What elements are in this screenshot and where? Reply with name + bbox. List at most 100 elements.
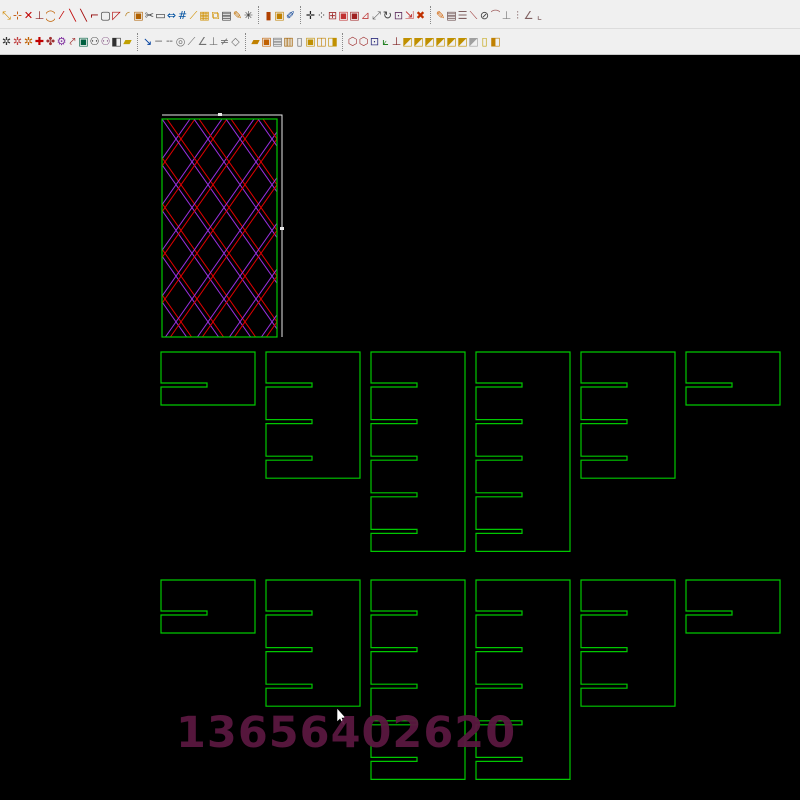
- dimension-icon[interactable]: ⇔: [167, 8, 176, 23]
- rectangle-icon[interactable]: ▢: [101, 8, 110, 23]
- block-icon[interactable]: ◧: [112, 34, 121, 49]
- arc-icon[interactable]: ⌒: [491, 8, 500, 23]
- spline-icon[interactable]: ⤤: [68, 34, 77, 49]
- box-2-icon[interactable]: ◩: [414, 34, 423, 49]
- symbol-icon[interactable]: ⚇: [90, 34, 99, 49]
- cursor-icon[interactable]: ↘: [143, 34, 152, 49]
- trim-icon[interactable]: ✂: [145, 8, 154, 23]
- numbering-icon[interactable]: #: [178, 8, 187, 23]
- snap-nearest-icon[interactable]: ⁄: [57, 8, 66, 23]
- polyline-icon[interactable]: ⌐: [90, 8, 99, 23]
- diagonal-icon[interactable]: ⟍: [469, 8, 478, 23]
- node-delete-icon[interactable]: ✲: [24, 34, 33, 49]
- chart-tool-icon[interactable]: ⫶: [513, 8, 522, 23]
- lattice-line: [225, 119, 277, 193]
- ruler-icon[interactable]: ▤: [447, 8, 456, 23]
- grade-icon[interactable]: ⚇: [101, 34, 110, 49]
- node-move-icon[interactable]: ✚: [35, 34, 44, 49]
- refresh-icon[interactable]: ↻: [383, 8, 392, 23]
- box-6-icon[interactable]: ◩: [458, 34, 467, 49]
- view-top-icon[interactable]: ⬡: [359, 34, 368, 49]
- box-9-icon[interactable]: ◧: [491, 34, 500, 49]
- perp-line-icon[interactable]: ⊥: [209, 34, 218, 49]
- snap-intersection-icon[interactable]: ✕: [24, 8, 33, 23]
- box-8-icon[interactable]: ▯: [480, 34, 489, 49]
- explode-icon[interactable]: ✳: [244, 8, 253, 23]
- template-icon[interactable]: ▣: [262, 34, 271, 49]
- view-3d-icon[interactable]: ⬡: [348, 34, 357, 49]
- notes-icon[interactable]: ▥: [284, 34, 293, 49]
- view-front-icon[interactable]: ⊡: [370, 34, 379, 49]
- text-icon[interactable]: ▭: [156, 8, 165, 23]
- send-icon[interactable]: ⇲: [405, 8, 414, 23]
- hatch-icon[interactable]: ✎: [233, 8, 242, 23]
- box-7-icon[interactable]: ◩: [469, 34, 478, 49]
- snap-midpoint-icon[interactable]: ⊹: [13, 8, 22, 23]
- open-file-icon[interactable]: ▮: [264, 8, 273, 23]
- copy-icon[interactable]: ⧉: [211, 8, 220, 23]
- box-4-icon[interactable]: ◩: [436, 34, 445, 49]
- stretch-icon[interactable]: ⤢: [372, 8, 381, 23]
- box-3-icon[interactable]: ◩: [425, 34, 434, 49]
- lattice-line: [0, 119, 30, 337]
- pattern-icon[interactable]: ▦: [200, 8, 209, 23]
- dash-icon[interactable]: ╌: [165, 34, 174, 49]
- layers-icon[interactable]: ◫: [317, 34, 326, 49]
- node-edit-icon[interactable]: ✲: [2, 34, 11, 49]
- grid-icon[interactable]: ⁘: [317, 8, 326, 23]
- cross-line-icon[interactable]: ⟋: [187, 34, 196, 49]
- move-icon[interactable]: ✛: [306, 8, 315, 23]
- layer-icon[interactable]: ⊞: [328, 8, 337, 23]
- fill-icon[interactable]: ▰: [123, 34, 132, 49]
- line-style-icon[interactable]: ─: [154, 34, 163, 49]
- edit-icon[interactable]: ✐: [286, 8, 295, 23]
- line-icon[interactable]: ╲: [68, 8, 77, 23]
- snap-tangent-icon[interactable]: ◯: [46, 8, 55, 23]
- comb-part: [265, 351, 361, 479]
- chamfer-icon[interactable]: ◸: [112, 8, 121, 23]
- scale-icon[interactable]: ⊿: [361, 8, 370, 23]
- snap-perpendicular-icon[interactable]: ⊥: [35, 8, 44, 23]
- rotate-icon[interactable]: ▣: [339, 8, 348, 23]
- drawing-canvas[interactable]: [0, 55, 800, 800]
- baseline-icon[interactable]: ⊥: [502, 8, 511, 23]
- measure-icon[interactable]: ⟋: [189, 8, 198, 23]
- center-icon[interactable]: ◎: [176, 34, 185, 49]
- offset-icon[interactable]: ▣: [134, 8, 143, 23]
- lattice-line: [290, 119, 443, 337]
- clipboard-icon[interactable]: ▯: [295, 34, 304, 49]
- list-icon[interactable]: ☰: [458, 8, 467, 23]
- image-icon[interactable]: ▣: [79, 34, 88, 49]
- pen-icon[interactable]: ✎: [436, 8, 445, 23]
- node-add-icon[interactable]: ✲: [13, 34, 22, 49]
- axis-icon[interactable]: ⟀: [381, 34, 390, 49]
- box-5-icon[interactable]: ◩: [447, 34, 456, 49]
- mirror-icon[interactable]: ▣: [350, 8, 359, 23]
- comb-part: [370, 351, 466, 552]
- fillet-icon[interactable]: ◜: [123, 8, 132, 23]
- angle-line-icon[interactable]: ∠: [198, 34, 207, 49]
- paste-icon[interactable]: ▣: [306, 34, 315, 49]
- lattice-line: [0, 119, 59, 337]
- box-1-icon[interactable]: ◩: [403, 34, 412, 49]
- delete-icon[interactable]: ✖: [416, 8, 425, 23]
- join-icon[interactable]: ⚙: [57, 34, 66, 49]
- snap-endpoint-icon[interactable]: ⤡: [2, 8, 11, 23]
- not-equal-icon[interactable]: ≠: [220, 34, 229, 49]
- diamond-icon[interactable]: ◇: [231, 34, 240, 49]
- ucs-icon[interactable]: ⊥: [392, 34, 401, 49]
- stack-icon[interactable]: ◨: [328, 34, 337, 49]
- save-file-icon[interactable]: ▣: [275, 8, 284, 23]
- toolbar-separator: [245, 32, 248, 51]
- comb-part: [580, 351, 676, 479]
- properties-icon[interactable]: ⊡: [394, 8, 403, 23]
- calc-icon[interactable]: ▤: [273, 34, 282, 49]
- cad-drawing[interactable]: [0, 55, 800, 800]
- folder-open-icon[interactable]: ▰: [251, 34, 260, 49]
- corner-icon[interactable]: ⌞: [535, 8, 544, 23]
- node-break-icon[interactable]: ✤: [46, 34, 55, 49]
- array-icon[interactable]: ▤: [222, 8, 231, 23]
- line-angle-icon[interactable]: ╲: [79, 8, 88, 23]
- circle-tool-icon[interactable]: ⊘: [480, 8, 489, 23]
- angle-icon[interactable]: ∠: [524, 8, 533, 23]
